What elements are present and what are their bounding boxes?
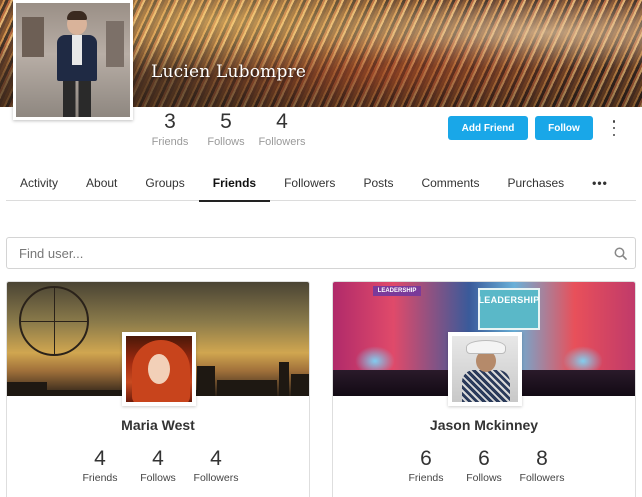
stat-label: Follows	[207, 136, 245, 148]
profile-avatar[interactable]	[13, 0, 133, 120]
friend-stat-followers[interactable]: 4 Followers	[187, 448, 245, 486]
cover-banner: LEADERSHIP	[478, 288, 540, 330]
stat-label: Friends	[151, 136, 189, 148]
stat-value: 6	[420, 447, 432, 470]
friend-stat-followers[interactable]: 8 Followers	[513, 448, 571, 486]
tab-more-icon[interactable]: •••	[578, 165, 622, 201]
stat-label: Friends	[82, 472, 118, 484]
friend-avatar[interactable]	[122, 332, 196, 406]
friend-stats: 6 Friends 6 Follows 8 Followers	[333, 448, 635, 486]
friend-stat-follows[interactable]: 6 Follows	[455, 448, 513, 486]
friend-stat-friends[interactable]: 4 Friends	[71, 448, 129, 486]
find-user-search	[6, 237, 636, 269]
stat-value: 8	[536, 447, 548, 470]
stat-value: 6	[478, 447, 490, 470]
stat-friends[interactable]: 3 Friends	[142, 110, 198, 150]
stat-followers[interactable]: 4 Followers	[254, 110, 310, 150]
find-user-input[interactable]	[7, 238, 605, 268]
stat-value: 3	[164, 110, 176, 133]
tab-posts[interactable]: Posts	[349, 165, 407, 201]
follow-button[interactable]: Follow	[535, 116, 593, 140]
profile-tabs: Activity About Groups Friends Followers …	[6, 165, 636, 202]
stat-label: Friends	[408, 472, 444, 484]
friend-name[interactable]: Maria West	[7, 417, 309, 433]
stat-value: 4	[210, 447, 222, 470]
stat-value: 4	[152, 447, 164, 470]
friend-stat-follows[interactable]: 4 Follows	[129, 448, 187, 486]
stat-label: Follows	[466, 472, 502, 484]
friend-card[interactable]: Maria West 4 Friends 4 Follows 4 Followe…	[6, 281, 310, 497]
stat-label: Followers	[258, 136, 306, 148]
tab-followers[interactable]: Followers	[270, 165, 349, 201]
tab-activity[interactable]: Activity	[6, 165, 72, 201]
stat-label: Follows	[140, 472, 176, 484]
tab-friends[interactable]: Friends	[198, 165, 271, 202]
profile-name: Lucien Lubompre	[151, 62, 307, 82]
avatar-person	[55, 9, 99, 117]
stat-value: 4	[94, 447, 106, 470]
friend-avatar[interactable]	[448, 332, 522, 406]
tab-purchases[interactable]: Purchases	[493, 165, 578, 201]
search-icon[interactable]	[605, 238, 635, 268]
stat-value: 4	[276, 110, 288, 133]
cover-banner-small: LEADERSHIP	[373, 286, 421, 296]
vertical-ellipsis-icon[interactable]	[607, 120, 621, 136]
tab-groups[interactable]: Groups	[131, 165, 198, 201]
stat-label: Followers	[193, 472, 239, 484]
friend-stat-friends[interactable]: 6 Friends	[397, 448, 455, 486]
ferris-wheel	[19, 286, 89, 356]
friend-stats: 4 Friends 4 Follows 4 Followers	[7, 448, 309, 486]
add-friend-button[interactable]: Add Friend	[448, 116, 528, 140]
stat-value: 5	[220, 110, 232, 133]
profile-stats: 3 Friends 5 Follows 4 Followers	[142, 110, 310, 150]
friend-name[interactable]: Jason Mckinney	[333, 417, 635, 433]
tab-about[interactable]: About	[72, 165, 131, 201]
tab-comments[interactable]: Comments	[407, 165, 493, 201]
stat-follows[interactable]: 5 Follows	[198, 110, 254, 150]
stat-label: Followers	[519, 472, 565, 484]
friend-card[interactable]: LEADERSHIP LEADERSHIP Jason Mckinney 6 F…	[332, 281, 636, 497]
